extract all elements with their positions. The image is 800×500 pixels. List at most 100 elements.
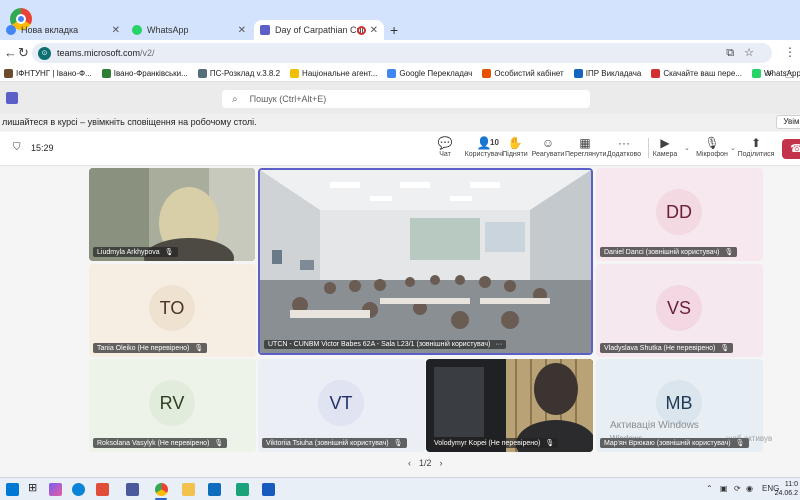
url-input[interactable]: ⊙ teams.microsoft.com/v2/ ⧉☆ <box>32 43 772 63</box>
chat-icon: 💬 <box>437 136 453 150</box>
avatar: TO <box>149 285 195 331</box>
tray-app-icon[interactable]: ▣ <box>720 484 728 493</box>
participant-tile[interactable]: VS Vladyslava Shutka (Не перевірено) 🎙 <box>596 264 763 357</box>
view-icon: ▦ <box>579 136 591 150</box>
address-bar-row: ← ↻ ⊙ teams.microsoft.com/v2/ ⧉☆ ⋮ <box>0 40 800 66</box>
search-icon: ⌕ <box>232 93 238 105</box>
bookmark-item[interactable]: Google Перекладач <box>387 69 472 78</box>
page-indicator: 1/2 <box>419 458 432 468</box>
bookmark-item[interactable]: ІФНТУНГ | Івано-Ф... <box>4 69 92 78</box>
back-icon[interactable]: ← <box>4 45 17 60</box>
windows-start-icon[interactable] <box>6 483 19 496</box>
tray-chevron-icon[interactable]: ⌃ <box>706 484 713 493</box>
bookmark-favicon-icon <box>101 69 111 78</box>
bookmark-item[interactable]: ПС-Розклад v.3.8.2 <box>197 69 280 78</box>
file-explorer-icon[interactable] <box>182 483 195 496</box>
word-icon[interactable] <box>262 483 275 496</box>
bookmark-item[interactable]: Івано-Франківськи... <box>101 69 188 78</box>
bookmark-label: ІФНТУНГ | Івано-Ф... <box>16 69 92 78</box>
edge-icon[interactable] <box>72 483 85 496</box>
excel-icon[interactable] <box>236 483 249 496</box>
participant-tile[interactable]: DD Daniel Danci (зовнішній користувач) 🎙 <box>596 168 763 261</box>
tab-whatsapp[interactable]: WhatsApp ✕ <box>126 20 252 40</box>
participant-tile[interactable]: Volodymyr Kopei (Не перевірено) 🎙 <box>426 359 593 452</box>
notification-text: лишайтеся в курсі – увімкніть сповіщення… <box>2 117 257 127</box>
bookmarks-overflow-button[interactable]: » <box>766 68 772 79</box>
participant-tile[interactable]: TO Tania Oleiko (Не перевірено) 🎙 <box>89 264 256 357</box>
all-bookmarks-folder-icon[interactable]: 🗀 <box>785 68 794 81</box>
toolbar-more-button[interactable]: ··· Додатково <box>604 136 644 158</box>
tab-teams-meeting[interactable]: Day of Carpathian Culture ✕ <box>254 20 384 40</box>
task-view-icon[interactable]: ⊞ <box>28 481 41 494</box>
participant-name-label: Daniel Danci (зовнішній користувач) 🎙 <box>600 247 738 257</box>
copilot-icon[interactable] <box>49 483 62 496</box>
prev-page-button[interactable]: ‹ <box>408 458 411 468</box>
bookmark-item[interactable]: Особистий кабінет <box>482 69 564 78</box>
toolbar-view-button[interactable]: ▦ Переглянути <box>565 136 606 158</box>
store-icon[interactable] <box>96 483 109 496</box>
outlook-icon[interactable] <box>208 483 221 496</box>
new-tab-button[interactable]: + <box>390 22 398 38</box>
search-input[interactable]: ⌕ Пошук (Ctrl+Alt+E) <box>222 90 590 108</box>
bookmark-label: Івано-Франківськи... <box>113 69 188 78</box>
search-placeholder: Пошук (Ctrl+Alt+E) <box>249 94 327 104</box>
toolbar-share-button[interactable]: ⬆ Поділитися <box>736 136 776 158</box>
bookmark-favicon-icon <box>751 69 761 78</box>
toolbar-label: Чат <box>439 151 451 158</box>
omnibox-actions: ⧉☆ <box>726 46 764 60</box>
mic-off-icon: 🎙 <box>393 440 403 447</box>
bookmark-favicon-icon <box>651 69 661 78</box>
participant-tile[interactable]: VT Viktoriia Tsiuha (зовнішній користувач… <box>258 359 425 452</box>
next-page-button[interactable]: › <box>440 458 443 468</box>
notification-banner: лишайтеся в курсі – увімкніть сповіщення… <box>0 114 800 131</box>
tab-new-tab[interactable]: Нова вкладка ✕ <box>0 20 126 40</box>
bookmark-favicon-icon <box>482 69 492 78</box>
participant-name-label: Volodymyr Kopei (Не перевірено) 🎙 <box>430 438 559 448</box>
save-app-icon[interactable] <box>126 483 139 496</box>
toolbar-chat-button[interactable]: 💬 Чат <box>425 136 465 158</box>
close-icon[interactable]: ✕ <box>370 25 378 36</box>
chrome-taskbar-icon[interactable] <box>155 483 168 496</box>
shield-icon: ⛉ <box>13 142 21 153</box>
more-icon[interactable]: ··· <box>495 341 502 348</box>
more-icon: ··· <box>618 136 630 150</box>
tab-title: Day of Carpathian Culture <box>275 25 363 35</box>
phone-hangup-icon: ☎ <box>790 143 800 155</box>
participant-tile[interactable]: RV Roksolana Vasylyk (Не перевірено) 🎙 <box>89 359 256 452</box>
meeting-toolbar: ⛉ 15:29 💬 Чат 👤 10 Користувачі ✋ Підняти ☺ Реагу… <box>0 132 800 166</box>
participant-tile[interactable]: Liudmyla Arkhypova 🎙 <box>89 168 255 261</box>
system-clock[interactable]: 11:0 24.06.2 <box>775 480 798 498</box>
windows-taskbar: ⊞ ⌃ ▣ ⟳ ◉ ENG 11:0 24.06.2 <box>0 477 800 500</box>
enable-notifications-button[interactable]: Увімк <box>776 115 800 129</box>
reload-icon[interactable]: ↻ <box>18 45 29 61</box>
toolbar-mic-off-button[interactable]: 🎙 Мікрофон <box>692 136 732 158</box>
browser-menu-icon[interactable]: ⋮ <box>784 45 796 59</box>
avatar: RV <box>149 380 195 426</box>
close-icon[interactable]: ✕ <box>238 25 246 36</box>
bookmark-label: Скачайте ваш пере... <box>663 69 742 78</box>
bookmark-item[interactable]: ІПР Викладача <box>573 69 641 78</box>
bookmark-label: Національне агент... <box>302 69 378 78</box>
tray-app-icon[interactable]: ◉ <box>746 484 753 493</box>
bookmark-label: Google Перекладач <box>399 69 473 78</box>
leave-button[interactable]: ☎ <box>782 139 800 159</box>
install-app-icon[interactable]: ⧉ <box>726 47 744 59</box>
bookmark-item[interactable]: Національне агент... <box>290 69 377 78</box>
toolbar-label: Мікрофон <box>696 151 728 158</box>
bookmark-label: Особистий кабінет <box>494 69 564 78</box>
browser-tab-strip: Нова вкладка ✕ WhatsApp ✕ Day of Carpath… <box>0 0 800 40</box>
bookmark-favicon-icon <box>4 69 13 78</box>
chevron-down-icon[interactable]: ⌄ <box>684 144 690 152</box>
tray-sync-icon[interactable]: ⟳ <box>734 484 741 493</box>
bookmark-item[interactable]: Скачайте ваш пере... <box>651 69 742 78</box>
windows-activation-watermark-hint: щоб активув <box>726 434 773 443</box>
close-icon[interactable]: ✕ <box>112 25 120 36</box>
bookmark-star-icon[interactable]: ☆ <box>744 47 764 59</box>
chevron-down-icon[interactable]: ⌄ <box>730 144 736 152</box>
toolbar-react-button[interactable]: ☺ Реагувати <box>528 136 568 158</box>
toolbar-camera-button[interactable]: ▶ Камера <box>645 136 685 158</box>
toolbar-label: Камера <box>652 151 678 158</box>
tab-title: Нова вкладка <box>21 25 79 35</box>
site-info-icon[interactable]: ⊙ <box>38 46 51 60</box>
participant-tile-active[interactable]: UTCN - CUNBM Victor Babes 62A - Sala L23… <box>258 168 593 355</box>
